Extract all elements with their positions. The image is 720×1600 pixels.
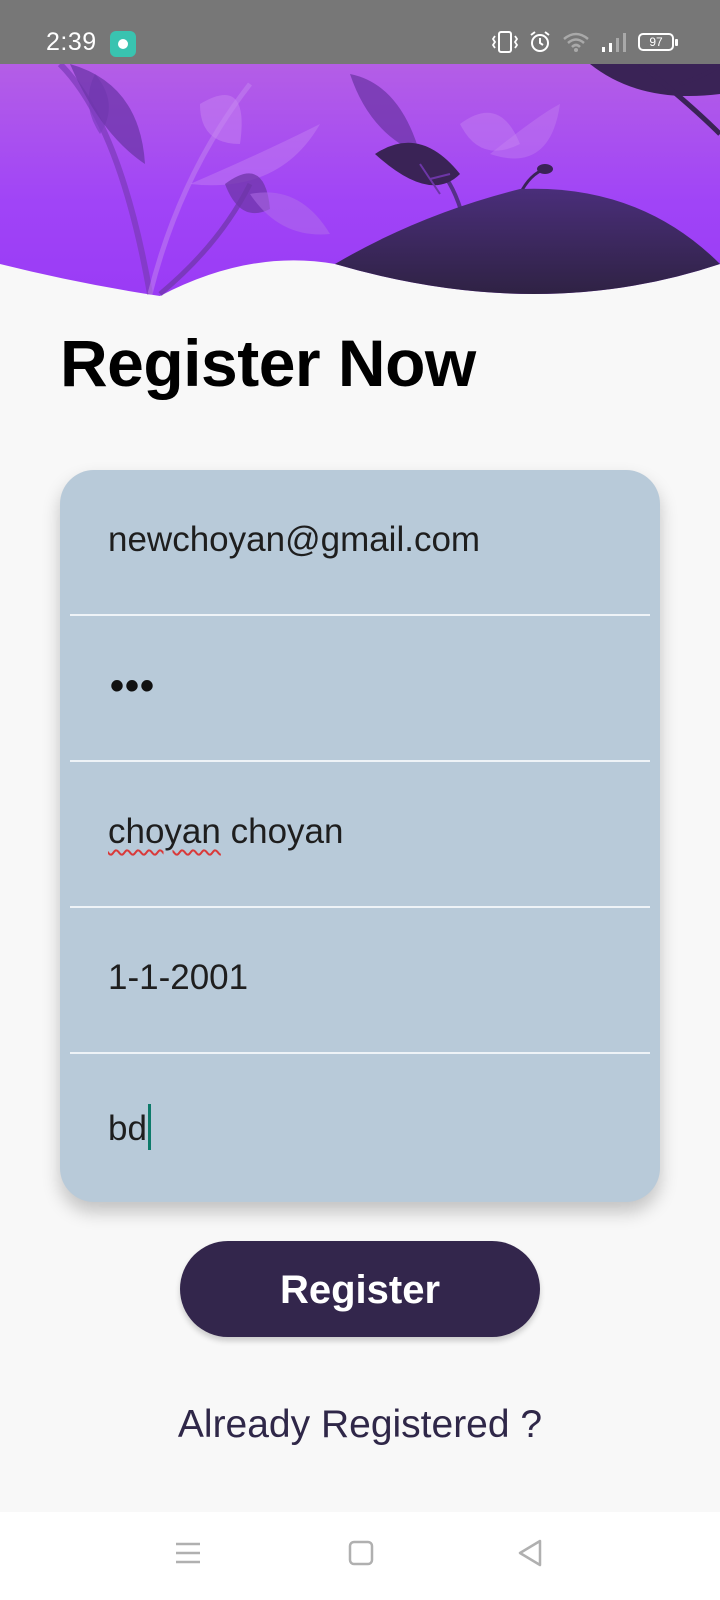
battery-icon: 97: [638, 33, 678, 51]
already-registered-link[interactable]: Already Registered ?: [0, 1403, 720, 1447]
register-button[interactable]: Register: [180, 1241, 540, 1337]
email-field[interactable]: newchoyan@gmail.com: [70, 470, 650, 616]
menu-icon[interactable]: [174, 1538, 202, 1568]
status-bar: 2:39 97: [0, 0, 720, 64]
status-icons: 97: [492, 30, 678, 54]
country-field[interactable]: bd: [70, 1054, 650, 1200]
header-illustration: [0, 64, 720, 296]
app-notification-icon: [110, 31, 136, 57]
vibrate-icon: [492, 31, 518, 53]
password-input-value: •••: [110, 664, 156, 708]
system-navigation-bar: [0, 1512, 720, 1600]
misspelled-word: choyan: [108, 812, 221, 851]
status-time: 2:39: [46, 28, 97, 56]
signal-icon: [602, 33, 626, 52]
country-text: bd: [108, 1109, 147, 1148]
name-input-value: choyan choyan: [108, 812, 343, 852]
page-title: Register Now: [60, 326, 476, 400]
home-square-icon[interactable]: [348, 1538, 374, 1568]
dob-input-value: 1-1-2001: [108, 958, 249, 997]
text-cursor: [147, 1104, 151, 1150]
wifi-icon: [563, 32, 589, 52]
back-triangle-icon[interactable]: [516, 1538, 544, 1568]
country-input-value: bd: [108, 1104, 151, 1150]
date-of-birth-field[interactable]: 1-1-2001: [70, 908, 650, 1054]
name-field[interactable]: choyan choyan: [70, 762, 650, 908]
registration-form-card: newchoyan@gmail.com ••• choyan choyan 1-…: [60, 470, 660, 1202]
email-input-value: newchoyan@gmail.com: [108, 520, 481, 559]
name-rest: choyan: [220, 812, 344, 851]
alarm-icon: [530, 31, 550, 52]
password-field[interactable]: •••: [70, 616, 650, 762]
